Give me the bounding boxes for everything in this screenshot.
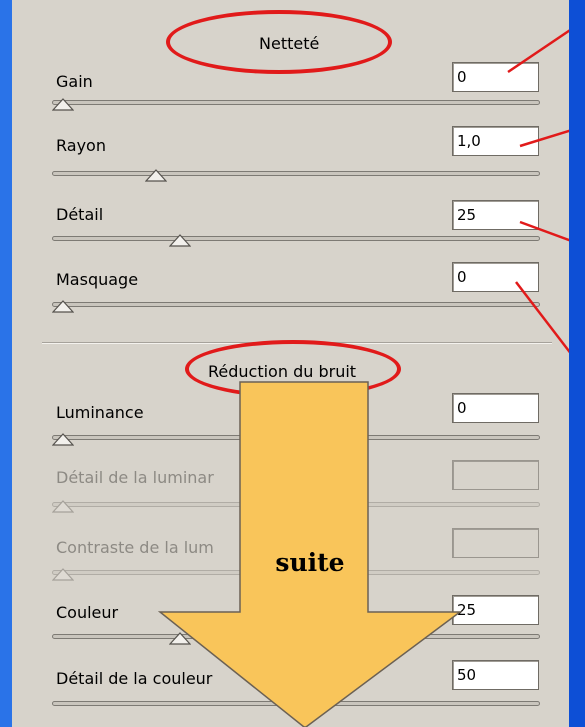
window-edge bbox=[569, 0, 585, 727]
annotation-pointers bbox=[507, 18, 585, 373]
